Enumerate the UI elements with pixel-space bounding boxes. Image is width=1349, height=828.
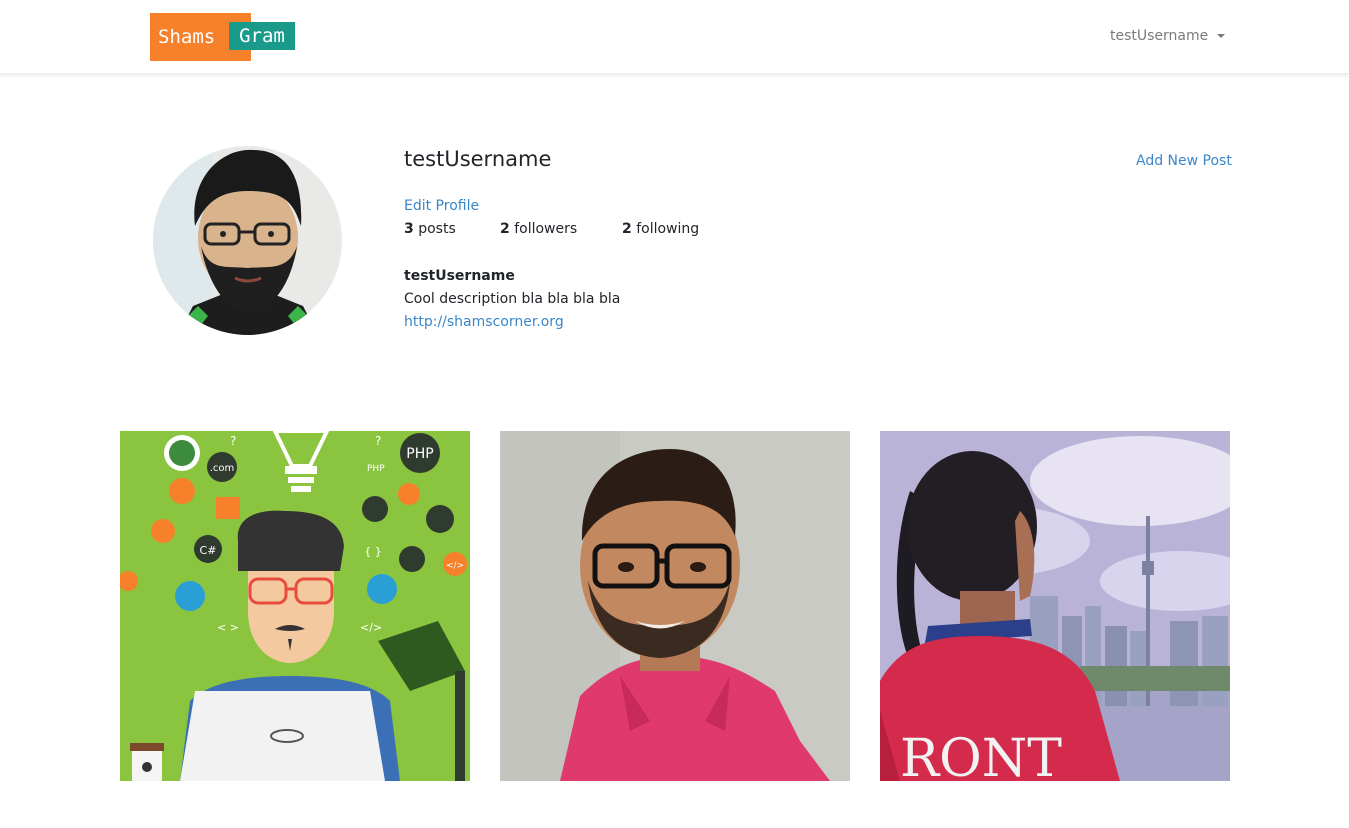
user-dropdown[interactable]: testUsername <box>1110 28 1226 44</box>
arrows-label: < > <box>217 621 239 634</box>
braces-label: { } <box>364 545 382 558</box>
profile-avatar <box>153 146 342 335</box>
following-stat[interactable]: 2 following <box>622 221 699 237</box>
com-label: .com <box>210 463 235 474</box>
posts-stat: 3 posts <box>404 221 456 237</box>
profile-username: testUsername <box>404 147 552 171</box>
question-mark-2: ? <box>375 434 381 448</box>
post-toronto-skyline-braids[interactable]: RONT <box>880 431 1230 781</box>
logo[interactable]: Shams Gram <box>150 13 295 61</box>
followers-stat[interactable]: 2 followers <box>500 221 577 237</box>
jacket-lettering: RONT <box>900 729 1062 781</box>
posts-count: 3 <box>404 221 414 237</box>
post-selfie-pink-shirt[interactable] <box>500 431 850 781</box>
nav-username: testUsername <box>1110 28 1209 44</box>
following-count: 2 <box>622 221 632 237</box>
logo-gram: Gram <box>229 22 295 50</box>
question-mark-1: ? <box>230 434 236 448</box>
edit-profile-link[interactable]: Edit Profile <box>404 198 479 214</box>
followers-count: 2 <box>500 221 510 237</box>
following-label: following <box>636 221 700 237</box>
bio-username: testUsername <box>404 268 515 284</box>
post-developer-illustration[interactable]: .com ? ? PHP PHP C# { } </> < > </> <box>120 431 470 781</box>
bio-description: Cool description bla bla bla bla <box>404 291 621 307</box>
navbar: Shams Gram testUsername <box>0 0 1349 74</box>
code-label: </> <box>446 561 464 571</box>
slash-code-label: </> <box>360 621 382 634</box>
add-new-post-link[interactable]: Add New Post <box>1136 153 1232 169</box>
bio-url-link[interactable]: http://shamscorner.org <box>404 314 564 330</box>
posts-label: posts <box>418 221 456 237</box>
php-label: PHP <box>406 446 433 462</box>
csharp-label: C# <box>200 544 217 557</box>
caret-down-icon <box>1217 34 1226 38</box>
followers-label: followers <box>514 221 578 237</box>
php-small-label: PHP <box>367 464 385 474</box>
